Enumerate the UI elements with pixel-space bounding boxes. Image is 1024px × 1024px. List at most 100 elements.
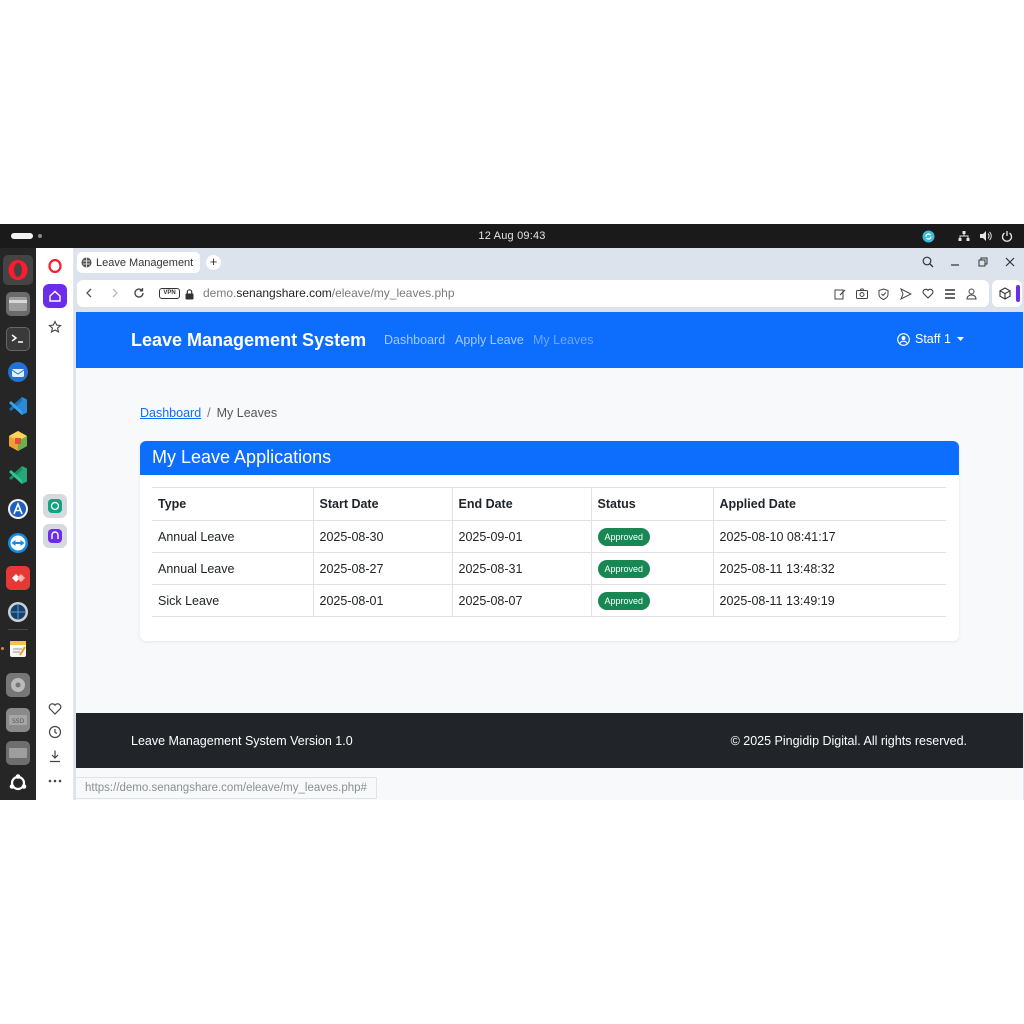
terminal-icon[interactable] — [6, 327, 30, 351]
web-page: Leave Management System Dashboard Apply … — [76, 312, 1023, 800]
network-icon[interactable] — [957, 229, 971, 243]
lock-icon[interactable] — [185, 287, 194, 305]
card-title: My Leave Applications — [140, 441, 959, 475]
user-circle-icon — [897, 332, 910, 346]
send-icon[interactable] — [898, 286, 913, 301]
breadcrumb-dashboard-link[interactable]: Dashboard — [140, 406, 201, 420]
nav-link-dashboard[interactable]: Dashboard — [384, 333, 445, 347]
cell-type: Sick Leave — [152, 584, 314, 617]
nav-link-apply-leave[interactable]: Apply Leave — [455, 333, 524, 347]
extensions-cube-icon[interactable] — [999, 287, 1011, 305]
easy-setup-icon[interactable] — [942, 286, 957, 301]
forward-icon[interactable] — [108, 286, 122, 300]
home-icon[interactable] — [43, 284, 67, 308]
status-badge: Approved — [597, 591, 651, 610]
thunderbird-icon[interactable] — [6, 360, 30, 384]
text-editor-icon[interactable] — [6, 637, 30, 661]
reload-icon[interactable] — [132, 286, 146, 300]
desktop-screen: 12 Aug 09:43 SSD Leave Management + VPN … — [0, 224, 1024, 800]
disk-utility-icon[interactable] — [6, 673, 30, 697]
navbar-brand[interactable]: Leave Management System — [131, 330, 366, 351]
url-path: /eleave/my_leaves.php — [331, 286, 455, 300]
svg-text:SSD: SSD — [12, 718, 25, 725]
more-options-icon[interactable] — [43, 769, 67, 793]
blocks-app-icon[interactable] — [6, 429, 30, 453]
edit-icon[interactable] — [832, 286, 847, 301]
url-input[interactable]: demo.senangshare.com/eleave/my_leaves.ph… — [203, 286, 455, 300]
vscode-insiders-icon[interactable] — [6, 463, 30, 487]
web-browser-icon[interactable] — [6, 600, 30, 624]
leave-applications-card: My Leave Applications Type Start Date En… — [140, 441, 959, 641]
address-bar: VPN demo.senangshare.com/eleave/my_leave… — [77, 280, 989, 307]
table-row: Annual Leave 2025-08-27 2025-08-31 Appro… — [152, 552, 946, 585]
system-clock[interactable]: 12 Aug 09:43 — [0, 230, 1024, 242]
opera-menu-icon[interactable] — [43, 254, 67, 278]
tab-title: Leave Management — [96, 256, 194, 269]
cell-type: Annual Leave — [152, 552, 314, 585]
extensions-area — [992, 280, 1022, 307]
browser-tab[interactable]: Leave Management — [77, 252, 200, 273]
opera-sidebar — [36, 248, 74, 800]
status-badge: Approved — [597, 559, 651, 578]
user-dropdown[interactable]: Staff 1 — [897, 332, 964, 346]
caret-down-icon — [956, 337, 964, 341]
chatgpt-icon[interactable] — [43, 494, 67, 518]
heart-icon[interactable] — [43, 696, 67, 720]
aria-ai-icon[interactable] — [43, 524, 67, 548]
new-tab-button[interactable]: + — [206, 255, 221, 270]
table-row: Sick Leave 2025-08-01 2025-08-07 Approve… — [152, 584, 946, 617]
cell-start-date: 2025-08-01 — [312, 584, 453, 617]
cell-applied-date: 2025-08-11 13:48:32 — [712, 552, 946, 585]
minimize-icon[interactable] — [947, 254, 963, 270]
files-icon[interactable] — [6, 292, 30, 316]
system-top-bar: 12 Aug 09:43 — [0, 224, 1024, 248]
cell-end-date: 2025-08-07 — [451, 584, 592, 617]
downloads-icon[interactable] — [43, 744, 67, 768]
app-navbar: Leave Management System Dashboard Apply … — [76, 312, 1023, 368]
restore-icon[interactable] — [975, 254, 991, 270]
link-status-bar: https://demo.senangshare.com/eleave/my_l… — [76, 777, 377, 799]
dock-separator — [8, 629, 28, 630]
cell-end-date: 2025-09-01 — [451, 520, 592, 553]
cell-applied-date: 2025-08-11 13:49:19 — [712, 584, 946, 617]
cell-status: Approved — [590, 552, 714, 585]
globe-icon — [81, 257, 92, 268]
teamviewer-icon[interactable] — [6, 531, 30, 555]
nav-link-my-leaves[interactable]: My Leaves — [533, 333, 593, 347]
back-icon[interactable] — [82, 286, 96, 300]
power-icon[interactable] — [1000, 229, 1014, 243]
ssd-drive-icon[interactable]: SSD — [6, 708, 30, 732]
cell-end-date: 2025-08-31 — [451, 552, 592, 585]
column-header-end-date: End Date — [451, 487, 592, 521]
running-indicator — [1, 647, 4, 650]
close-icon[interactable] — [1002, 254, 1018, 270]
cell-start-date: 2025-08-27 — [312, 552, 453, 585]
breadcrumb: Dashboard / My Leaves — [140, 406, 277, 420]
cell-status: Approved — [590, 584, 714, 617]
ubuntu-logo-icon[interactable] — [6, 771, 30, 795]
sync-status-icon[interactable] — [921, 229, 935, 243]
table-row: Annual Leave 2025-08-30 2025-09-01 Appro… — [152, 520, 946, 553]
vpn-badge[interactable]: VPN — [159, 288, 180, 299]
profile-icon[interactable] — [964, 286, 979, 301]
opera-browser-icon[interactable] — [3, 255, 33, 285]
search-tabs-icon[interactable] — [920, 254, 936, 270]
drive-icon[interactable] — [6, 741, 30, 765]
star-icon[interactable] — [43, 315, 67, 339]
anydesk-icon[interactable] — [6, 566, 30, 590]
leave-table: Type Start Date End Date Status Applied … — [152, 487, 946, 617]
shield-icon[interactable] — [876, 286, 891, 301]
vscode-icon[interactable] — [6, 394, 30, 418]
app-center-icon[interactable] — [6, 497, 30, 521]
column-header-status: Status — [590, 487, 714, 521]
history-icon[interactable] — [43, 720, 67, 744]
status-badge: Approved — [597, 527, 651, 546]
volume-icon[interactable] — [978, 229, 992, 243]
column-header-applied-date: Applied Date — [712, 487, 946, 521]
footer-copyright: © 2025 Pingidip Digital. All rights rese… — [730, 734, 967, 748]
favorite-heart-icon[interactable] — [920, 286, 935, 301]
breadcrumb-current: My Leaves — [216, 406, 278, 420]
camera-icon[interactable] — [854, 286, 869, 301]
browser-window: Leave Management + VPN demo.senangshare.… — [74, 248, 1024, 800]
url-prefix: demo. — [203, 286, 237, 300]
